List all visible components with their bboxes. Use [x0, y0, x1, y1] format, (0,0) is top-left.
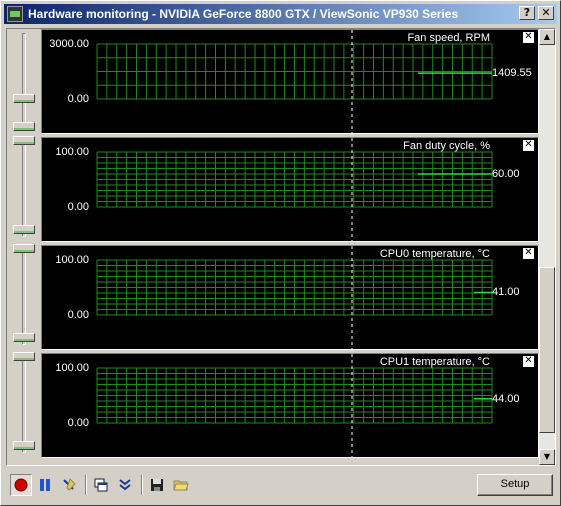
- current-value: 60.00: [492, 168, 520, 180]
- save-icon: [151, 479, 163, 491]
- y-max-label: 100.00: [55, 146, 89, 158]
- hardware-monitoring-window: Hardware monitoring - NVIDIA GeForce 880…: [0, 0, 561, 506]
- graph-canvas: CPU1 temperature, °C ✕ 100.00 0.00 44.00: [41, 353, 539, 458]
- graphs-area: Fan speed, RPM ✕ 3000.00 0.00 1409.55 Fan dut…: [6, 28, 556, 466]
- save-button[interactable]: [146, 474, 168, 496]
- close-graph-button[interactable]: ✕: [523, 356, 534, 367]
- current-value: 44.00: [492, 392, 520, 405]
- open-button[interactable]: [170, 474, 192, 496]
- graph-canvas: Fan speed, RPM ✕ 3000.00 0.00 1409.55: [41, 29, 539, 134]
- graph-panel: Fan speed, RPM ✕ 3000.00 0.00 1409.55: [7, 29, 539, 137]
- graph-canvas: Fan duty cycle, % ✕ 100.00 0.00 60.00: [41, 137, 539, 242]
- y-max-label: 3000.00: [49, 38, 89, 50]
- close-graph-button[interactable]: ✕: [523, 248, 534, 259]
- slider-track: [22, 249, 26, 345]
- y-min-label: 0.00: [67, 93, 89, 105]
- toolbar-separator: [85, 475, 87, 495]
- bottom-toolbar: Setup: [6, 472, 556, 500]
- graph-plot: [96, 30, 493, 133]
- window-title: Hardware monitoring - NVIDIA GeForce 880…: [28, 7, 459, 21]
- graph-plot: [96, 246, 493, 349]
- help-button[interactable]: ?: [519, 6, 535, 20]
- graph-plot: [96, 354, 493, 457]
- record-icon: [14, 478, 28, 492]
- slider-thumb[interactable]: [13, 441, 35, 450]
- close-graph-button[interactable]: ✕: [523, 140, 534, 151]
- slider-thumb[interactable]: [13, 244, 35, 253]
- graph-plot: [96, 138, 493, 241]
- slider-thumb[interactable]: [13, 136, 35, 145]
- scroll-down-button[interactable]: ▼: [539, 449, 555, 465]
- slider-thumb[interactable]: [13, 352, 35, 361]
- scroll-thumb[interactable]: [539, 267, 555, 433]
- graph-height-slider[interactable]: [7, 29, 41, 137]
- graph-title: Fan duty cycle, %: [403, 140, 490, 152]
- y-max-label: 100.00: [55, 254, 89, 266]
- slider-thumb[interactable]: [13, 122, 35, 131]
- graph-title: Fan speed, RPM: [407, 32, 490, 44]
- graph-title: CPU1 temperature, °C: [379, 356, 490, 368]
- detach-icon: [94, 478, 108, 492]
- slider-thumb[interactable]: [13, 225, 35, 234]
- open-icon: [173, 480, 189, 491]
- pause-icon: [40, 479, 50, 491]
- record-button[interactable]: [10, 474, 32, 496]
- slider-thumb[interactable]: [13, 333, 35, 342]
- detach-button[interactable]: [90, 474, 112, 496]
- graph-panel: Fan duty cycle, % ✕ 100.00 0.00 60.00: [7, 136, 539, 245]
- expand-icon: [119, 479, 131, 491]
- clear-icon: [63, 478, 76, 491]
- graph-height-slider[interactable]: [7, 244, 41, 353]
- toolbar-separator: [141, 475, 143, 495]
- close-graph-button[interactable]: ✕: [523, 32, 534, 43]
- app-icon: [7, 6, 23, 22]
- slider-thumb[interactable]: [13, 94, 35, 103]
- vertical-scrollbar[interactable]: ▲ ▼: [539, 29, 555, 465]
- y-min-label: 0.00: [67, 309, 89, 321]
- graph-height-slider[interactable]: [7, 136, 41, 245]
- slider-track: [22, 33, 26, 129]
- clear-button[interactable]: [58, 474, 80, 496]
- graph-panel: CPU1 temperature, °C ✕ 100.00 0.00 44.00: [7, 352, 539, 461]
- y-min-label: 0.00: [67, 417, 89, 429]
- graph-panel: CPU0 temperature, °C ✕ 100.00 0.00 41.00: [7, 244, 539, 353]
- slider-track: [22, 357, 26, 453]
- expand-button[interactable]: [114, 474, 136, 496]
- graph-height-slider[interactable]: [7, 352, 41, 461]
- slider-track: [22, 141, 26, 237]
- setup-button[interactable]: Setup: [477, 474, 553, 496]
- current-value: 41.00: [492, 286, 520, 299]
- scroll-up-button[interactable]: ▲: [539, 29, 555, 45]
- graph-title: CPU0 temperature, °C: [379, 248, 490, 260]
- graph-canvas: CPU0 temperature, °C ✕ 100.00 0.00 41.00: [41, 245, 539, 350]
- current-value: 1409.55: [492, 67, 532, 80]
- y-max-label: 100.00: [55, 362, 89, 374]
- title-bar[interactable]: Hardware monitoring - NVIDIA GeForce 880…: [4, 4, 557, 24]
- pause-button[interactable]: [34, 474, 56, 496]
- close-button[interactable]: ✕: [538, 6, 554, 20]
- y-min-label: 0.00: [67, 201, 89, 213]
